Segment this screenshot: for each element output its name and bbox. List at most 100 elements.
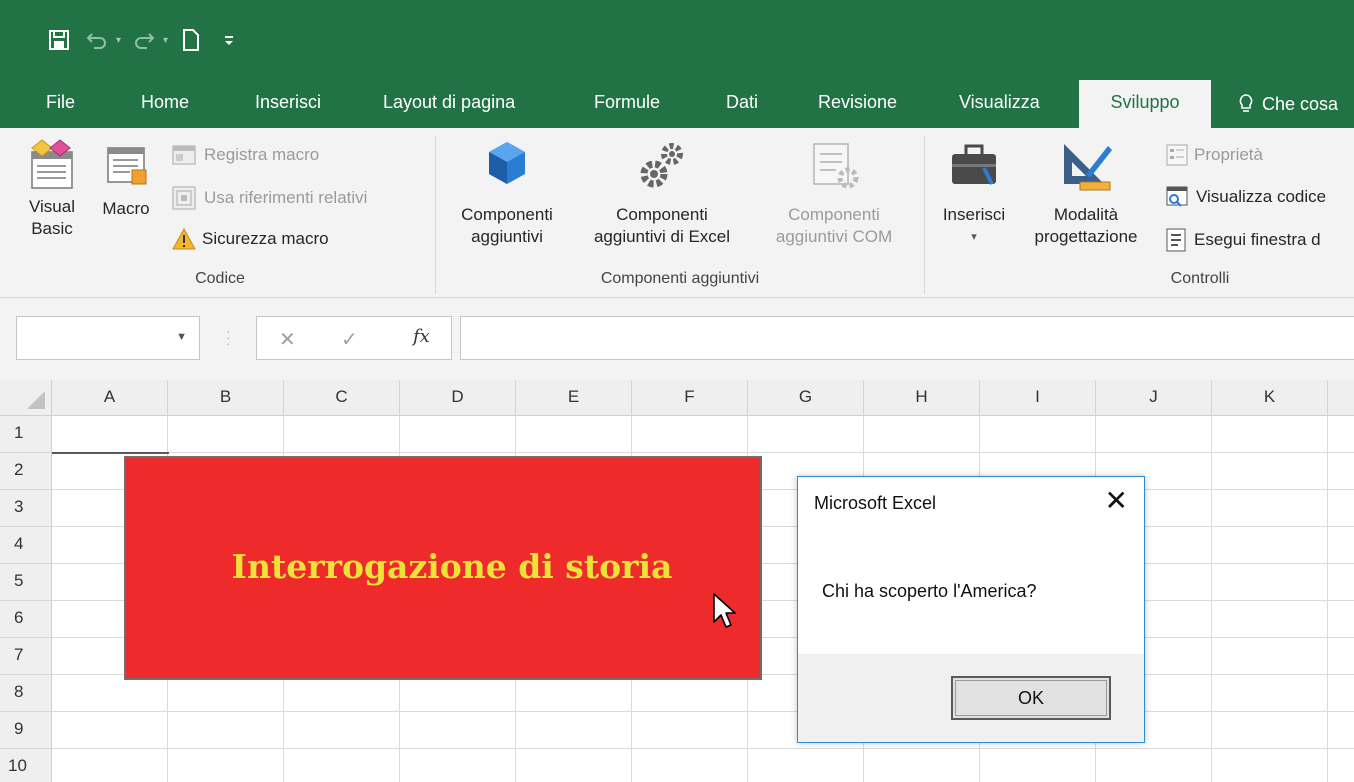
tab-sviluppo[interactable]: Sviluppo	[1079, 80, 1211, 129]
quick-access-toolbar: ▾ ▾	[44, 26, 244, 54]
comp-agg-label-2: aggiuntivi	[471, 227, 543, 246]
row-header-9[interactable]: 9	[0, 712, 52, 749]
visualizza-codice-label: Visualizza codice	[1196, 187, 1327, 206]
column-header-h[interactable]: H	[864, 380, 980, 416]
tab-layout-di-pagina[interactable]: Layout di pagina	[383, 80, 515, 128]
row-header-10[interactable]: 10	[0, 749, 52, 782]
formula-bar: ▼ · · · ✕ ✓ fx	[0, 298, 1354, 380]
tab-revisione[interactable]: Revisione	[818, 80, 897, 128]
esegui-finestra-label: Esegui finestra d	[1194, 230, 1321, 249]
comp-agg-label-1: Componenti	[461, 205, 553, 224]
warning-icon	[172, 228, 196, 250]
name-box[interactable]: ▼	[16, 316, 200, 360]
column-header-g[interactable]: G	[748, 380, 864, 416]
column-header-k[interactable]: K	[1212, 380, 1328, 416]
run-dialog-icon	[1166, 228, 1186, 252]
componenti-aggiuntivi-button[interactable]: Componenti aggiuntivi	[444, 138, 570, 248]
sicurezza-macro-button[interactable]: Sicurezza macro	[172, 228, 329, 250]
modalita-label-1: Modalità	[1053, 205, 1119, 224]
column-header-i[interactable]: I	[980, 380, 1096, 416]
tab-file[interactable]: File	[46, 80, 75, 128]
inserisci-controllo-button[interactable]: Inserisci ▾	[932, 138, 1016, 248]
ribbon-sviluppo: Visual Basic Macro Registra macro Usa ri…	[0, 128, 1354, 298]
column-header-f[interactable]: F	[632, 380, 748, 416]
close-icon[interactable]: ✕	[1105, 487, 1128, 515]
group-label-controlli: Controlli	[1170, 270, 1230, 287]
comp-excel-label-2: aggiuntivi di Excel	[593, 227, 731, 246]
formula-bar-resize-handle[interactable]: · · ·	[226, 324, 231, 350]
undo-icon[interactable]	[82, 26, 112, 54]
usa-riferimenti-button[interactable]: Usa riferimenti relativi	[172, 186, 367, 210]
macro-button[interactable]: Macro	[94, 138, 158, 220]
visualizza-codice-button[interactable]: Visualizza codice	[1166, 186, 1326, 208]
title-bar: ▾ ▾	[0, 0, 1354, 80]
ribbon-tabs: File Home Inserisci Layout di pagina For…	[0, 80, 1354, 129]
row-header-2[interactable]: 2	[0, 453, 52, 490]
name-box-dropdown-icon[interactable]: ▼	[176, 331, 187, 343]
usa-riferimenti-label: Usa riferimenti relativi	[204, 188, 368, 207]
formula-buttons: ✕ ✓ fx	[256, 316, 452, 360]
mouse-pointer-icon	[713, 593, 736, 628]
row-header-5[interactable]: 5	[0, 564, 52, 601]
column-header-b[interactable]: B	[168, 380, 284, 416]
column-header-d[interactable]: D	[400, 380, 516, 416]
new-document-icon[interactable]	[176, 26, 206, 54]
row-header-4[interactable]: 4	[0, 527, 52, 564]
tell-me-label: Che cosa	[1262, 94, 1339, 114]
com-add-ins-icon	[813, 143, 859, 189]
view-code-icon	[1166, 186, 1188, 207]
comp-com-label-2: aggiuntivi COM	[775, 227, 893, 246]
column-header-a[interactable]: A	[52, 380, 168, 416]
column-header-partial[interactable]	[1328, 380, 1354, 416]
message-box-dialog: Microsoft Excel ✕ Chi ha scoperto l'Amer…	[797, 476, 1145, 743]
row-header-3[interactable]: 3	[0, 490, 52, 527]
proprieta-label: Proprietà	[1194, 145, 1263, 164]
tab-formule[interactable]: Formule	[594, 80, 660, 128]
cancel-icon[interactable]: ✕	[279, 327, 296, 352]
proprieta-button[interactable]: Proprietà	[1166, 144, 1263, 166]
column-header-c[interactable]: C	[284, 380, 400, 416]
comp-com-label-1: Componenti	[788, 205, 880, 224]
dialog-title: Microsoft Excel	[814, 493, 937, 513]
visual-basic-button[interactable]: Visual Basic	[20, 138, 84, 240]
formula-input[interactable]	[460, 316, 1354, 360]
registra-macro-button[interactable]: Registra macro	[172, 144, 319, 166]
sicurezza-macro-label: Sicurezza macro	[202, 229, 329, 248]
undo-dropdown-icon[interactable]: ▾	[116, 35, 121, 46]
redo-dropdown-icon[interactable]: ▾	[163, 35, 168, 46]
design-mode-icon	[1064, 144, 1112, 191]
active-cell[interactable]	[52, 416, 169, 454]
tab-inserisci[interactable]: Inserisci	[255, 80, 321, 128]
relative-references-icon	[172, 186, 196, 210]
modalita-progettazione-button[interactable]: Modalità progettazione	[1016, 138, 1156, 248]
macro-shape-button[interactable]: Interrogazione di storia	[124, 456, 762, 680]
row-header-8[interactable]: 8	[0, 675, 52, 712]
dialog-footer: OK	[798, 654, 1144, 742]
tab-dati[interactable]: Dati	[726, 80, 758, 128]
row-header-6[interactable]: 6	[0, 601, 52, 638]
customize-qat-icon[interactable]	[214, 26, 244, 54]
properties-icon	[1166, 144, 1188, 166]
componenti-com-button[interactable]: Componenti aggiuntivi COM	[754, 138, 914, 248]
insert-function-icon[interactable]: fx	[413, 326, 430, 347]
ok-button[interactable]: OK	[951, 676, 1111, 720]
save-icon[interactable]	[44, 26, 74, 54]
registra-macro-label: Registra macro	[204, 145, 320, 164]
tab-visualizza[interactable]: Visualizza	[959, 80, 1040, 128]
tell-me-search[interactable]: Che cosa	[1238, 80, 1338, 128]
dialog-message: Chi ha scoperto l'America?	[822, 581, 1037, 601]
row-header-1[interactable]: 1	[0, 416, 52, 453]
esegui-finestra-button[interactable]: Esegui finestra d	[1166, 228, 1321, 252]
redo-icon[interactable]	[129, 26, 159, 54]
tab-home[interactable]: Home	[141, 80, 189, 128]
select-all-corner[interactable]	[0, 380, 52, 416]
column-header-e[interactable]: E	[516, 380, 632, 416]
column-header-j[interactable]: J	[1096, 380, 1212, 416]
enter-check-icon[interactable]: ✓	[341, 327, 358, 352]
visual-basic-label-2: Basic	[31, 219, 73, 238]
componenti-excel-button[interactable]: Componenti aggiuntivi di Excel	[574, 138, 750, 248]
group-label-componenti: Componenti aggiuntivi	[600, 270, 760, 287]
toolbox-icon	[952, 144, 996, 185]
row-header-7[interactable]: 7	[0, 638, 52, 675]
visual-basic-icon	[31, 139, 73, 189]
